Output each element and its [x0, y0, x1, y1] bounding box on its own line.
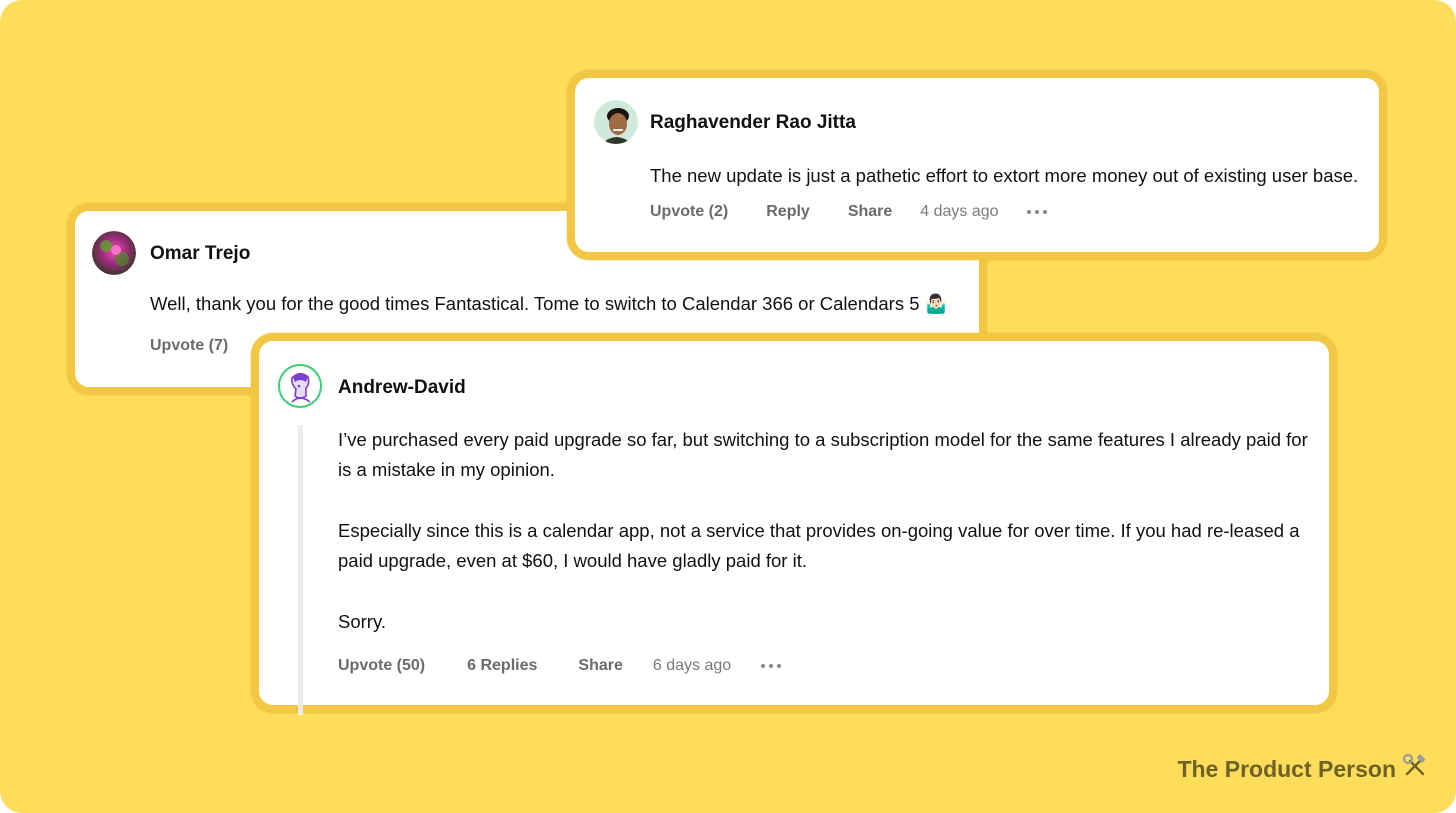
canvas: Omar Trejo Well, thank you for the good … — [0, 0, 1456, 813]
reply-button[interactable]: Reply — [766, 203, 810, 221]
author-name[interactable]: Andrew-David — [338, 377, 466, 399]
timestamp: 4 days ago — [920, 203, 999, 220]
comment-actions: Upvote (7) — [150, 337, 228, 355]
comment-card-raghavender: Raghavender Rao Jitta The new update is … — [567, 70, 1387, 260]
thread-line[interactable] — [298, 425, 303, 715]
author-name[interactable]: Raghavender Rao Jitta — [650, 112, 856, 134]
comment-text: The new update is just a pathetic effort… — [650, 165, 1359, 186]
share-button[interactable]: Share — [848, 203, 892, 221]
watermark-text: The Product Person — [1177, 755, 1396, 782]
upvote-button[interactable]: Upvote (2) — [650, 203, 728, 221]
upvote-button[interactable]: Upvote (50) — [338, 657, 425, 675]
hammer-wrench-icon — [1402, 753, 1428, 785]
more-options-icon[interactable] — [761, 664, 782, 668]
timestamp: 6 days ago — [652, 657, 732, 674]
avatar[interactable] — [92, 231, 136, 275]
comment-text: I’ve purchased every paid upgrade so far… — [338, 425, 1313, 668]
more-options-icon[interactable] — [1026, 210, 1047, 214]
avatar[interactable] — [594, 100, 638, 144]
comment-text: Well, thank you for the good times Fanta… — [150, 293, 948, 314]
comment-card-andrew: Andrew-David I’ve purchased every paid u… — [251, 333, 1337, 715]
comment-actions: Upvote (50) 6 Replies Share 6 days ago — [338, 657, 782, 675]
replies-button[interactable]: 6 Replies — [467, 657, 537, 675]
comment-actions: Upvote (2) Reply Share 4 days ago — [650, 203, 1047, 221]
upvote-button[interactable]: Upvote (7) — [150, 337, 228, 355]
watermark: The Product Person — [1177, 753, 1428, 785]
avatar[interactable] — [278, 364, 322, 408]
author-name[interactable]: Omar Trejo — [150, 243, 250, 265]
share-button[interactable]: Share — [578, 657, 622, 675]
comment-paragraph: I’ve purchased every paid upgrade so far… — [338, 429, 1308, 480]
comment-paragraph: Especially since this is a calendar app,… — [338, 520, 1300, 571]
comment-paragraph: Sorry. — [338, 611, 386, 632]
